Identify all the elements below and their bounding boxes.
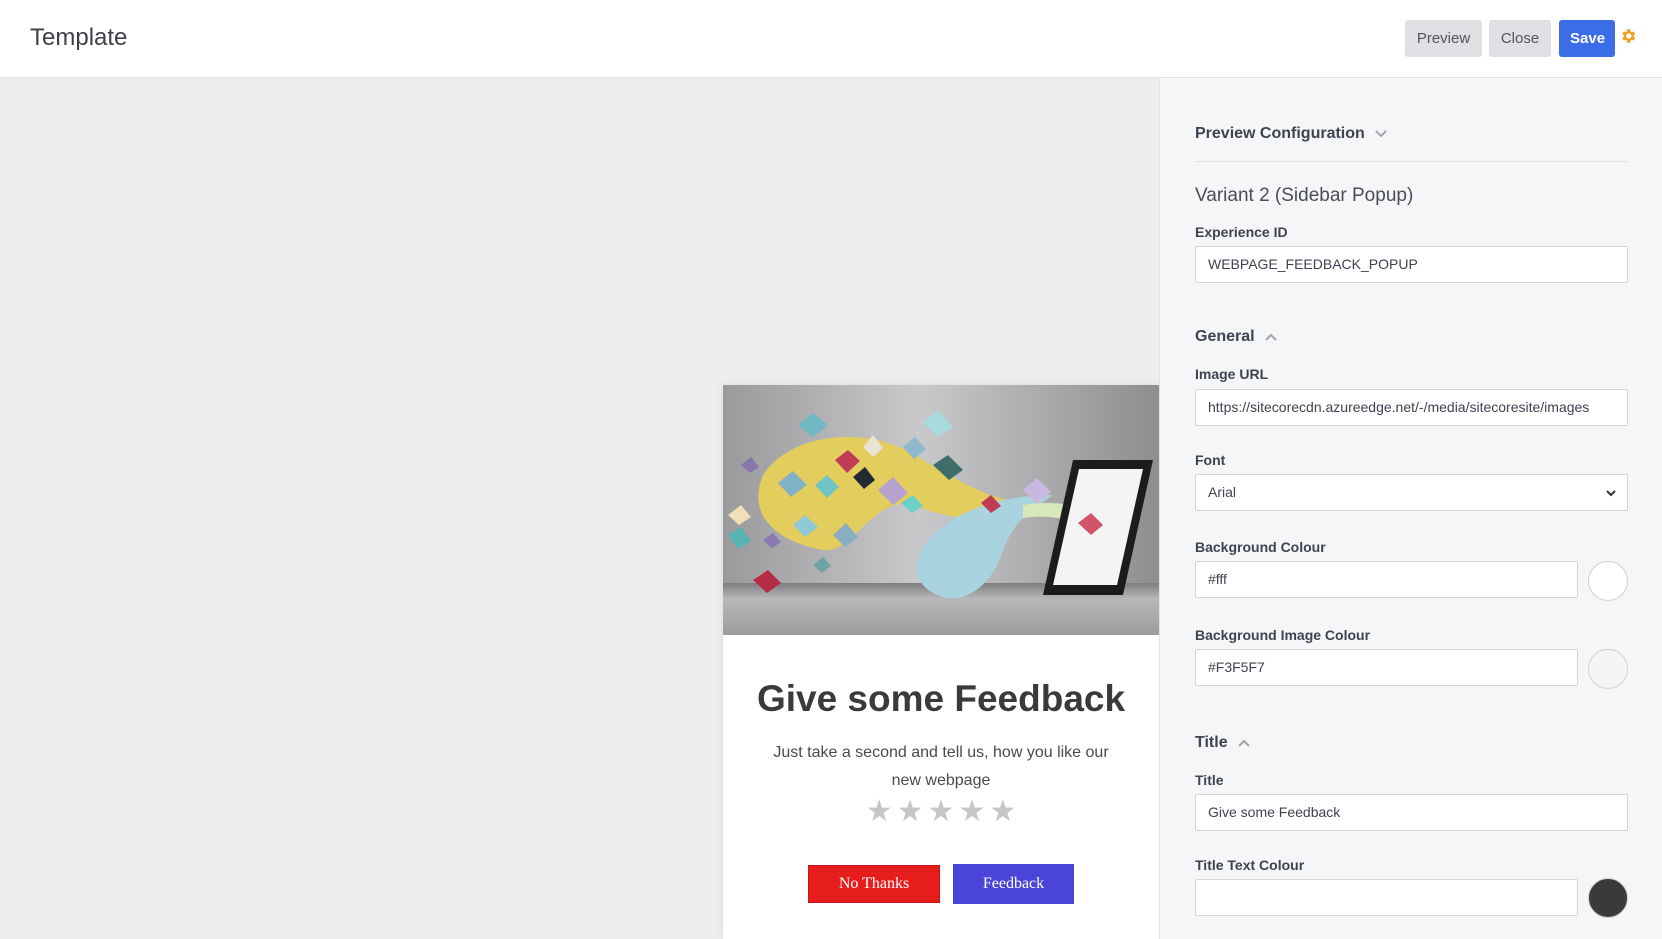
general-section-toggle[interactable]: General [1195,328,1277,346]
background-image-colour-label: Background Image Colour [1195,627,1371,643]
star-icon[interactable]: ★ [928,797,955,827]
top-bar: Template Preview Close Save [0,0,1662,78]
close-button[interactable]: Close [1489,20,1551,57]
background-image-colour-swatch[interactable] [1588,649,1628,689]
experience-id-label: Experience ID [1195,224,1288,240]
general-label: General [1195,328,1255,345]
gear-icon[interactable] [1619,27,1637,45]
divider [1195,161,1628,162]
preview-configuration-toggle[interactable]: Preview Configuration [1195,125,1387,143]
title-text-colour-swatch[interactable] [1588,878,1628,918]
popup-hero-image [723,385,1159,635]
popup-title: Give some Feedback [756,678,1126,719]
image-url-label: Image URL [1195,366,1269,382]
feedback-popup: Give some Feedback Just take a second an… [723,385,1159,939]
title-text-colour-label: Title Text Colour [1195,857,1305,873]
font-select[interactable]: Arial [1195,474,1628,511]
font-label: Font [1195,452,1226,468]
star-icon[interactable]: ★ [866,797,893,827]
title-section-label: Title [1195,734,1228,751]
experience-id-field[interactable]: WEBPAGE_FEEDBACK_POPUP [1195,246,1628,283]
image-url-field[interactable]: https://sitecorecdn.azureedge.net/-/medi… [1195,389,1628,426]
chevron-down-icon [1375,130,1387,138]
config-sidebar: Preview Configuration Variant 2 (Sidebar… [1159,78,1662,939]
star-icon[interactable]: ★ [989,797,1016,827]
star-icon[interactable]: ★ [958,797,985,827]
preview-configuration-label: Preview Configuration [1195,125,1365,142]
page-title: Template [30,24,128,51]
title-label: Title [1195,772,1224,788]
title-text-colour-field[interactable] [1195,879,1578,916]
chevron-down-icon [1606,490,1616,497]
title-field[interactable]: Give some Feedback [1195,794,1628,831]
font-select-value: Arial [1208,484,1237,500]
background-colour-swatch[interactable] [1588,561,1628,601]
chevron-up-icon [1238,739,1250,747]
popup-description: Just take a second and tell us, how you … [773,744,1109,789]
background-image-colour-field[interactable]: #F3F5F7 [1195,649,1578,686]
feedback-button[interactable]: Feedback [953,864,1074,904]
background-colour-label: Background Colour [1195,539,1326,555]
star-rating[interactable]: ★ ★ ★ ★ ★ [723,797,1159,827]
star-icon[interactable]: ★ [897,797,924,827]
title-section-toggle[interactable]: Title [1195,734,1250,752]
chevron-up-icon [1265,333,1277,341]
background-colour-field[interactable]: #fff [1195,561,1578,598]
preview-button[interactable]: Preview [1405,20,1482,57]
save-button[interactable]: Save [1559,20,1615,57]
no-thanks-button[interactable]: No Thanks [808,865,940,903]
variant-label: Variant 2 (Sidebar Popup) [1195,185,1414,206]
